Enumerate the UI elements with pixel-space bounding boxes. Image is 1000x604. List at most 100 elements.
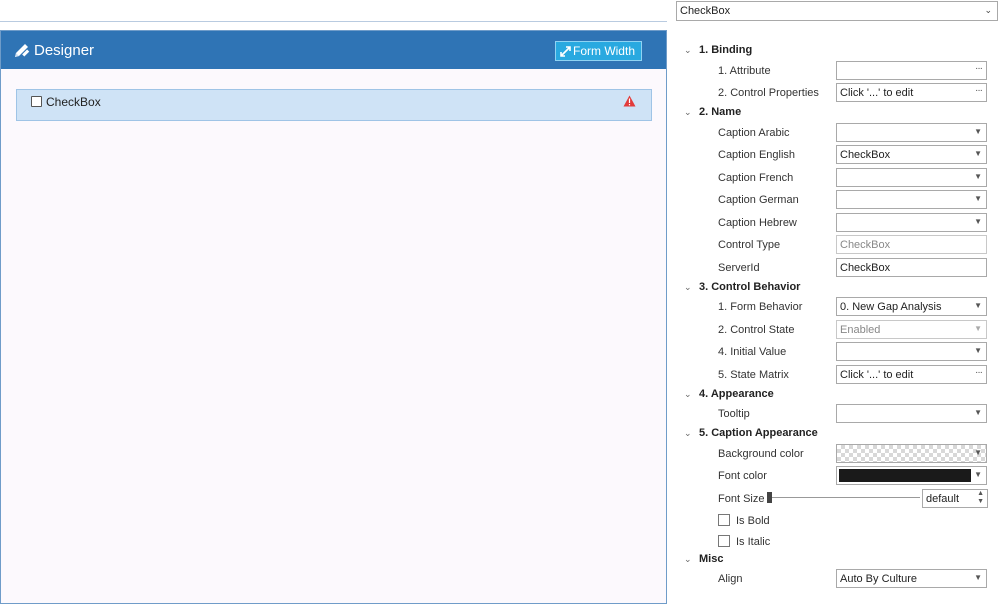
caption-hebrew-field[interactable]: ▼ <box>836 213 987 232</box>
background-color-label: Background color <box>718 448 804 460</box>
dropdown-arrow-icon: ▼ <box>974 301 982 310</box>
dropdown-arrow-icon: ▼ <box>974 149 982 158</box>
section-binding-title: 1. Binding <box>699 44 753 56</box>
form-behavior-label: 1. Form Behavior <box>718 301 803 313</box>
caption-english-field[interactable]: CheckBox ▼ <box>836 145 987 164</box>
ellipsis-icon[interactable]: ··· <box>975 85 983 96</box>
caption-french-label: Caption French <box>718 172 794 184</box>
initial-value-field[interactable]: ▼ <box>836 342 987 361</box>
section-misc-title: Misc <box>699 553 724 565</box>
is-bold-label: Is Bold <box>736 515 770 527</box>
form-behavior-value: 0. New Gap Analysis <box>840 301 942 313</box>
control-state-label: 2. Control State <box>718 324 795 336</box>
form-behavior-field[interactable]: 0. New Gap Analysis ▼ <box>836 297 987 316</box>
dropdown-arrow-icon: ▼ <box>974 346 982 355</box>
font-color-swatch <box>839 469 971 482</box>
font-size-value: default <box>926 493 960 505</box>
chevron-down-icon: ⌄ <box>684 553 692 564</box>
caption-english-value: CheckBox <box>840 149 891 161</box>
tooltip-field[interactable]: ▼ <box>836 404 987 423</box>
control-type-label: Control Type <box>718 239 781 251</box>
font-size-slider-thumb[interactable] <box>767 492 772 503</box>
is-bold-checkbox[interactable] <box>718 514 730 526</box>
control-type-field: CheckBox <box>836 235 987 254</box>
control-state-value: Enabled <box>840 324 881 336</box>
chevron-down-icon: ⌄ <box>684 427 692 438</box>
dropdown-arrow-icon: ▼ <box>974 448 982 457</box>
designer-panel: Designer Form Width CheckBox <box>0 30 667 604</box>
server-id-value: CheckBox <box>840 262 891 274</box>
section-misc[interactable]: ⌄ Misc <box>684 553 723 565</box>
section-control-behavior[interactable]: ⌄ 3. Control Behavior <box>684 281 800 293</box>
dropdown-arrow-icon: ▼ <box>974 573 982 582</box>
font-color-label: Font color <box>718 470 767 482</box>
is-italic-checkbox[interactable] <box>718 535 730 547</box>
dropdown-arrow-icon: ▼ <box>974 217 982 226</box>
caption-german-field[interactable]: ▼ <box>836 190 987 209</box>
expand-icon <box>560 45 571 57</box>
pencil-ruler-icon <box>13 42 30 59</box>
form-width-label: Form Width <box>572 44 635 58</box>
section-caption-appearance[interactable]: ⌄ 5. Caption Appearance <box>684 427 818 439</box>
chevron-down-icon: ⌄ <box>684 44 692 55</box>
section-appearance-title: 4. Appearance <box>699 388 774 400</box>
state-matrix-field[interactable]: Click '...' to edit ··· <box>836 365 987 384</box>
dropdown-arrow-icon: ▼ <box>974 194 982 203</box>
align-field[interactable]: Auto By Culture ▼ <box>836 569 987 588</box>
form-width-button[interactable]: Form Width <box>554 41 642 61</box>
background-color-picker[interactable]: ▼ <box>836 444 987 463</box>
control-state-field: Enabled ▼ <box>836 320 987 339</box>
chevron-down-icon: ⌄ <box>684 106 692 117</box>
checkbox-control[interactable]: CheckBox <box>16 89 652 121</box>
tooltip-label: Tooltip <box>718 408 750 420</box>
top-strip <box>0 0 667 22</box>
dropdown-arrow-icon: ▼ <box>974 324 982 333</box>
align-label: Align <box>718 573 743 585</box>
control-selector[interactable]: CheckBox ⌄ <box>676 1 998 21</box>
server-id-field[interactable]: CheckBox <box>836 258 987 277</box>
caption-english-label: Caption English <box>718 149 796 161</box>
ellipsis-icon[interactable]: ··· <box>975 367 983 378</box>
designer-header: Designer Form Width <box>1 31 666 69</box>
font-size-slider-track[interactable] <box>768 497 920 498</box>
font-size-spinner[interactable]: default ▲ ▼ <box>922 489 988 508</box>
control-properties-field[interactable]: Click '...' to edit ··· <box>836 83 987 102</box>
align-value: Auto By Culture <box>840 573 918 585</box>
section-caption-appearance-title: 5. Caption Appearance <box>699 427 818 439</box>
dropdown-arrow-icon: ▼ <box>974 408 982 417</box>
section-control-behavior-title: 3. Control Behavior <box>699 281 801 293</box>
ellipsis-icon[interactable]: ··· <box>975 63 983 74</box>
initial-value-label: 4. Initial Value <box>718 346 787 358</box>
control-type-value: CheckBox <box>840 239 891 251</box>
dropdown-arrow-icon: ▼ <box>974 127 982 136</box>
font-size-label: Font Size <box>718 493 765 505</box>
caption-arabic-field[interactable]: ▼ <box>836 123 987 142</box>
dropdown-arrow-icon: ▼ <box>974 172 982 181</box>
chevron-down-icon: ⌄ <box>984 5 992 15</box>
spinner-arrows-icon[interactable]: ▲ ▼ <box>977 490 984 506</box>
checkbox[interactable] <box>31 96 42 107</box>
checkbox-label: CheckBox <box>46 95 101 109</box>
caption-german-label: Caption German <box>718 194 799 206</box>
dropdown-arrow-icon: ▼ <box>974 470 982 479</box>
state-matrix-value: Click '...' to edit <box>840 369 914 381</box>
caption-french-field[interactable]: ▼ <box>836 168 987 187</box>
attribute-label: 1. Attribute <box>718 65 771 77</box>
caption-arabic-label: Caption Arabic <box>718 127 790 139</box>
section-binding[interactable]: ⌄ 1. Binding <box>684 44 752 56</box>
control-properties-label: 2. Control Properties <box>718 87 819 99</box>
attribute-field[interactable]: ··· <box>836 61 987 80</box>
caption-hebrew-label: Caption Hebrew <box>718 217 797 229</box>
chevron-down-icon: ⌄ <box>684 388 692 399</box>
server-id-label: ServerId <box>718 262 760 274</box>
warning-icon[interactable] <box>623 95 636 107</box>
section-name[interactable]: ⌄ 2. Name <box>684 106 741 118</box>
state-matrix-label: 5. State Matrix <box>718 369 789 381</box>
designer-title: Designer <box>34 41 95 59</box>
font-color-picker[interactable]: ▼ <box>836 466 987 485</box>
control-selector-value: CheckBox <box>680 5 731 17</box>
chevron-down-icon: ⌄ <box>684 281 692 292</box>
section-appearance[interactable]: ⌄ 4. Appearance <box>684 388 774 400</box>
section-name-title: 2. Name <box>699 106 742 118</box>
control-properties-value: Click '...' to edit <box>840 87 914 99</box>
